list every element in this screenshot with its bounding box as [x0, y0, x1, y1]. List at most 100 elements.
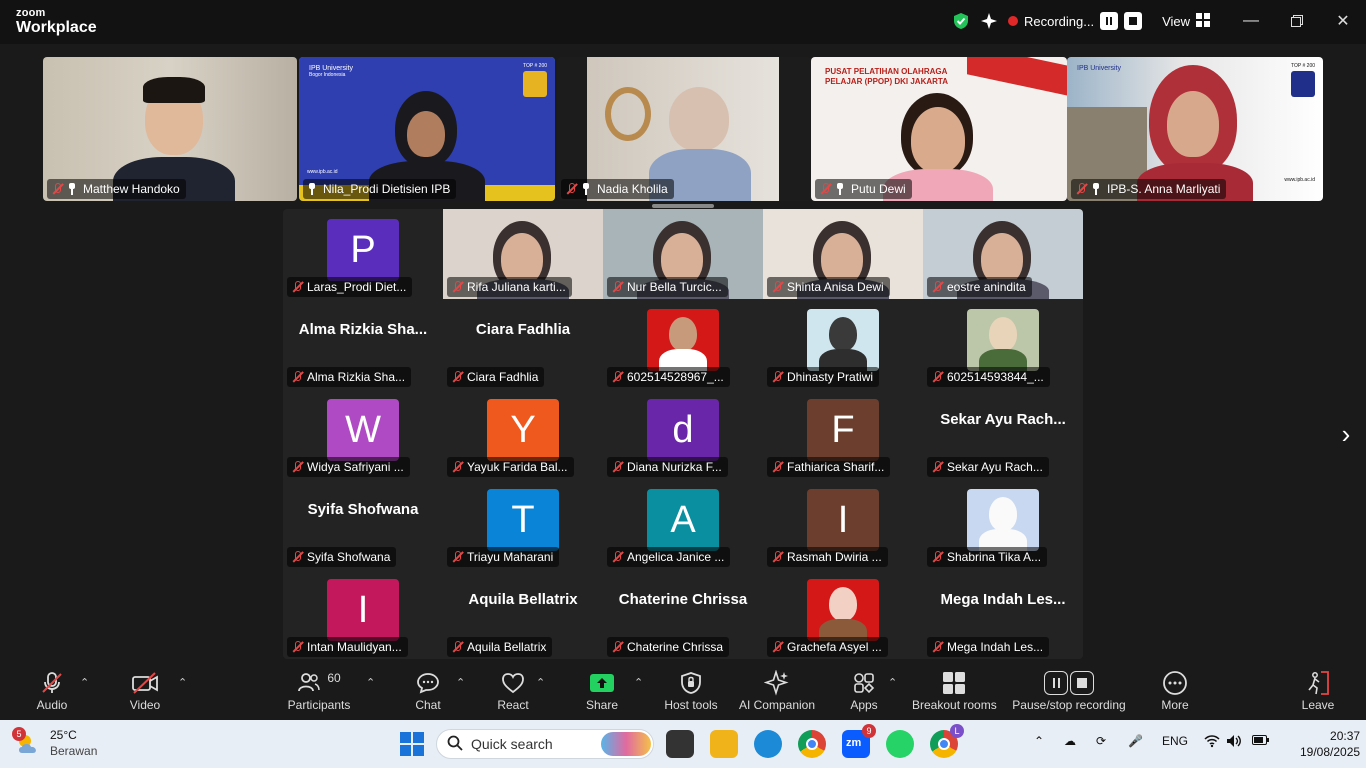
leave-button[interactable]: Leave — [1298, 670, 1338, 712]
view-button[interactable]: View — [1162, 12, 1211, 30]
gallery-tile[interactable]: I Rasmah Dwiria ... — [763, 479, 923, 569]
gallery-tile[interactable]: F Fathiarica Sharif... — [763, 389, 923, 479]
strip-drag-handle[interactable] — [652, 204, 714, 208]
system-clock[interactable]: 20:37 19/08/2025 — [1300, 728, 1360, 760]
weather-widget[interactable]: 5 25°C Berawan — [12, 726, 97, 759]
gallery-tile[interactable]: Sekar Ayu Rach... Sekar Ayu Rach... — [923, 389, 1083, 479]
chrome-profile-icon[interactable]: L — [930, 724, 964, 758]
participants-button[interactable]: 60 Participants — [284, 670, 354, 712]
name-label: Syifa Shofwana — [287, 547, 397, 567]
name-label: Angelica Janice ... — [607, 547, 731, 567]
host-tools-button[interactable]: Host tools — [660, 670, 722, 712]
gallery-tile[interactable]: Y Yayuk Farida Bal... — [443, 389, 603, 479]
react-button[interactable]: React — [494, 670, 532, 712]
gallery-tile[interactable]: Syifa Shofwana Syifa Shofwana — [283, 479, 443, 569]
gallery-tile[interactable]: Aquila Bellatrix Aquila Bellatrix — [443, 569, 603, 659]
participant-name: Grachefa Asyel ... — [787, 640, 882, 654]
ai-companion-label: AI Companion — [738, 698, 816, 712]
video-options-caret[interactable]: ⌃ — [178, 676, 187, 689]
muted-mic-icon — [611, 281, 623, 293]
more-button[interactable]: More — [1156, 670, 1194, 712]
ai-companion-button[interactable]: AI Companion — [736, 670, 818, 712]
recording-indicator[interactable]: Recording... — [1008, 12, 1143, 30]
volume-icon[interactable] — [1226, 734, 1242, 751]
chat-options-caret[interactable]: ⌃ — [456, 676, 465, 689]
name-label: Shabrina Tika A... — [927, 547, 1048, 567]
file-explorer-icon[interactable] — [710, 730, 738, 758]
gallery-tile[interactable]: Mega Indah Les... Mega Indah Les... — [923, 569, 1083, 659]
chat-button[interactable]: Chat — [410, 670, 446, 712]
weather-badge: 5 — [12, 726, 26, 741]
gallery-tile[interactable]: A Angelica Janice ... — [603, 479, 763, 569]
muted-mic-icon — [611, 371, 623, 383]
windows-start-button[interactable] — [398, 730, 426, 758]
microphone-tray-icon[interactable]: 🎤 — [1128, 734, 1143, 748]
minimize-button[interactable]: — — [1236, 8, 1266, 34]
gallery-tile[interactable]: d Diana Nurizka F... — [603, 389, 763, 479]
name-label: Putu Dewi — [815, 179, 912, 199]
gallery-tile[interactable]: Shabrina Tika A... — [923, 479, 1083, 569]
ai-sparkle-icon[interactable] — [978, 10, 1000, 32]
video-tile-nadia[interactable]: Nadia Kholila — [557, 57, 811, 201]
participant-name: Rasmah Dwiria ... — [787, 550, 882, 564]
ipb-logo-text: IPB University — [1077, 65, 1121, 72]
gallery-tile[interactable]: Rifa Juliana karti... — [443, 209, 603, 299]
gallery-tile[interactable]: W Widya Safriyani ... — [283, 389, 443, 479]
audio-button[interactable]: Audio — [30, 670, 74, 712]
gallery-tile[interactable]: eostre anindita — [923, 209, 1083, 299]
gallery-tile[interactable]: Alma Rizkia Sha... Alma Rizkia Sha... — [283, 299, 443, 389]
sync-icon[interactable]: ⟳ — [1096, 734, 1106, 748]
show-hidden-icons-chevron[interactable]: ⌃ — [1034, 734, 1044, 748]
video-button[interactable]: Video — [124, 670, 166, 712]
edge-browser-icon[interactable] — [754, 730, 782, 758]
video-tile-putu[interactable]: PUSAT PELATIHAN OLAHRAGA PELAJAR (PPOP) … — [811, 57, 1067, 201]
participants-options-caret[interactable]: ⌃ — [366, 676, 375, 689]
restore-button[interactable] — [1282, 8, 1312, 34]
gallery-tile[interactable]: Nur Bella Turcic... — [603, 209, 763, 299]
close-button[interactable]: ✕ — [1328, 8, 1358, 34]
gallery-tile[interactable]: Dhinasty Pratiwi — [763, 299, 923, 389]
shield-icon — [660, 670, 722, 696]
video-tile-anna[interactable]: IPB University TOP # 200 www.ipb.ac.id I… — [1067, 57, 1323, 201]
gallery-tile[interactable]: Ciara Fadhlia Ciara Fadhlia — [443, 299, 603, 389]
encryption-shield-icon[interactable] — [950, 10, 972, 32]
title-bar: zoom Workplace Recording... View — ✕ — [0, 0, 1366, 44]
audio-options-caret[interactable]: ⌃ — [80, 676, 89, 689]
wifi-icon[interactable] — [1204, 734, 1220, 751]
video-off-icon — [124, 670, 166, 696]
participants-icon — [297, 671, 321, 696]
language-indicator[interactable]: ENG — [1162, 734, 1188, 748]
gallery-tile[interactable]: Chaterine Chrissa Chaterine Chrissa — [603, 569, 763, 659]
share-options-caret[interactable]: ⌃ — [634, 676, 643, 689]
gallery-tile[interactable]: 602514528967_... — [603, 299, 763, 389]
task-view-icon[interactable] — [666, 730, 694, 758]
name-label: Nadia Kholila — [561, 179, 674, 199]
gallery-tile[interactable]: P Laras_Prodi Diet... — [283, 209, 443, 299]
pin-icon — [307, 183, 317, 195]
apps-options-caret[interactable]: ⌃ — [888, 676, 897, 689]
chrome-browser-icon[interactable] — [798, 730, 826, 758]
pause-recording-button[interactable] — [1100, 12, 1119, 30]
video-tile-matthew[interactable]: Matthew Handoko — [43, 57, 297, 201]
pause-stop-recording-button[interactable]: Pause/stop recording — [1012, 670, 1126, 712]
gallery-tile[interactable]: Grachefa Asyel ... — [763, 569, 923, 659]
share-button[interactable]: Share — [584, 670, 620, 712]
search-icon — [447, 735, 463, 754]
apps-button[interactable]: Apps — [846, 670, 882, 712]
zoom-app-icon[interactable]: zm 9 — [842, 724, 876, 758]
breakout-rooms-button[interactable]: Breakout rooms — [912, 670, 997, 712]
onedrive-sync-icon[interactable]: ☁ — [1064, 734, 1076, 748]
gallery-tile[interactable]: I Intan Maulidyan... — [283, 569, 443, 659]
gallery-tile[interactable]: Shinta Anisa Dewi — [763, 209, 923, 299]
video-tile-nila[interactable]: IPB University Bogor Indonesia TOP # 200… — [299, 57, 555, 201]
react-options-caret[interactable]: ⌃ — [536, 676, 545, 689]
site-url-text: www.ipb.ac.id — [1284, 177, 1315, 183]
whatsapp-icon[interactable] — [886, 730, 914, 758]
next-page-arrow[interactable]: › — [1336, 420, 1356, 448]
gallery-tile[interactable]: T Triayu Maharani — [443, 479, 603, 569]
participant-name: Angelica Janice ... — [627, 550, 725, 564]
taskbar-search[interactable]: Quick search — [436, 729, 654, 759]
battery-icon[interactable] — [1252, 734, 1270, 749]
gallery-tile[interactable]: 602514593844_... — [923, 299, 1083, 389]
stop-recording-button[interactable] — [1124, 12, 1143, 30]
